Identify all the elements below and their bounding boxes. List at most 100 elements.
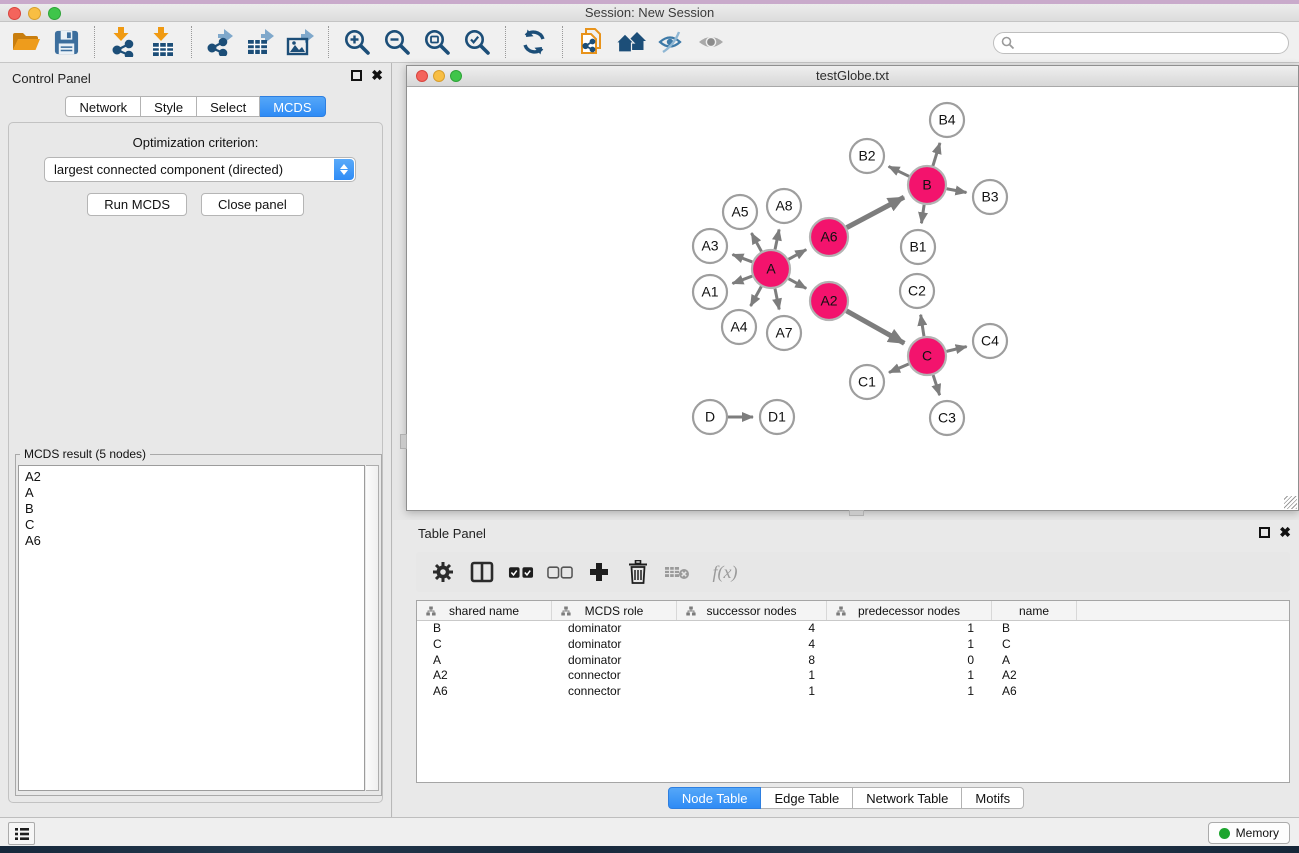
table-row-B[interactable]: Bdominator41B [417, 621, 1289, 637]
zoom-out-button[interactable] [377, 24, 417, 60]
graph-edge-C-C2[interactable] [921, 315, 924, 337]
tab-motifs[interactable]: Motifs [962, 787, 1024, 809]
table-row-A[interactable]: Adominator80A [417, 653, 1289, 669]
close-window-button[interactable] [8, 7, 21, 20]
refresh-button[interactable] [514, 24, 554, 60]
minimize-window-button[interactable] [28, 7, 41, 20]
close-panel-button[interactable]: Close panel [201, 193, 304, 216]
tab-select[interactable]: Select [197, 96, 260, 117]
graph-edge-A-A7[interactable] [775, 289, 779, 310]
hide-panels-button[interactable] [651, 24, 691, 60]
delete-table-button[interactable] [664, 558, 690, 586]
view-scrollbar-horizontal[interactable] [849, 510, 864, 516]
graph-node-B[interactable]: B [908, 166, 946, 204]
graph-node-B3[interactable]: B3 [973, 180, 1007, 214]
graph-node-B2[interactable]: B2 [850, 139, 884, 173]
column-header-name[interactable]: name [992, 601, 1077, 620]
create-column-button[interactable] [586, 558, 612, 586]
graph-edge-B-B2[interactable] [889, 166, 909, 176]
column-header-predecessor-nodes[interactable]: predecessor nodes [827, 601, 992, 620]
graph-edge-C-C3[interactable] [933, 375, 939, 395]
graph-node-A8[interactable]: A8 [767, 189, 801, 223]
graph-node-C2[interactable]: C2 [900, 274, 934, 308]
mcds-result-scrollbar[interactable] [366, 465, 379, 791]
graph-node-B4[interactable]: B4 [930, 103, 964, 137]
graph-edge-C-C4[interactable] [946, 347, 966, 352]
table-settings-button[interactable] [430, 558, 456, 586]
graph-node-A4[interactable]: A4 [722, 310, 756, 344]
graph-node-C4[interactable]: C4 [973, 324, 1007, 358]
search-input[interactable] [993, 32, 1289, 54]
mcds-result-item[interactable]: C [25, 517, 364, 533]
graph-node-A5[interactable]: A5 [723, 195, 757, 229]
table-row-C[interactable]: Cdominator41C [417, 637, 1289, 653]
graph-node-C[interactable]: C [908, 337, 946, 375]
show-panel-list-button[interactable] [8, 822, 35, 845]
import-table-button[interactable] [143, 24, 183, 60]
zoom-selected-button[interactable] [457, 24, 497, 60]
import-network-button[interactable] [103, 24, 143, 60]
network-window-titlebar[interactable]: testGlobe.txt [407, 66, 1298, 87]
open-session-button[interactable] [6, 24, 46, 60]
export-table-button[interactable] [240, 24, 280, 60]
table-row-A6[interactable]: A6connector11A6 [417, 684, 1289, 700]
export-network-button[interactable] [200, 24, 240, 60]
graph-edge-A6-B[interactable] [847, 197, 904, 227]
column-header-MCDS-role[interactable]: MCDS role [552, 601, 677, 620]
graph-node-A7[interactable]: A7 [767, 316, 801, 350]
minimize-view-button[interactable] [433, 70, 445, 82]
table-row-A2[interactable]: A2connector11A2 [417, 668, 1289, 684]
graph-edge-A-A4[interactable] [751, 287, 762, 306]
mcds-result-item[interactable]: A2 [25, 469, 364, 485]
graph-edge-A-A8[interactable] [775, 230, 779, 250]
graph-edge-A2-C[interactable] [846, 311, 904, 343]
show-panels-button[interactable] [691, 24, 731, 60]
resize-grip[interactable] [1284, 496, 1297, 509]
zoom-fit-button[interactable] [417, 24, 457, 60]
graph-node-D[interactable]: D [693, 400, 727, 434]
mcds-result-item[interactable]: A6 [25, 533, 364, 549]
graph-edge-A-A1[interactable] [732, 276, 752, 283]
split-columns-button[interactable] [469, 558, 495, 586]
graph-node-A1[interactable]: A1 [693, 275, 727, 309]
delete-columns-button[interactable] [625, 558, 651, 586]
export-image-button[interactable] [280, 24, 320, 60]
graph-edge-A-A5[interactable] [751, 233, 761, 251]
deselect-all-button[interactable] [547, 558, 573, 586]
view-scrollbar-vertical[interactable] [400, 434, 407, 449]
close-view-button[interactable] [416, 70, 428, 82]
tab-edge-table[interactable]: Edge Table [761, 787, 853, 809]
graph-edge-B-B3[interactable] [947, 189, 967, 193]
select-all-button[interactable] [508, 558, 534, 586]
column-header-shared-name[interactable]: shared name [417, 601, 552, 620]
graph-node-A[interactable]: A [752, 250, 790, 288]
function-builder-button[interactable]: f(x) [703, 558, 747, 586]
graph-node-A2[interactable]: A2 [810, 282, 848, 320]
graph-node-C1[interactable]: C1 [850, 365, 884, 399]
memory-button[interactable]: Memory [1208, 822, 1290, 844]
close-panel-icon[interactable]: ✖ [371, 70, 383, 81]
graph-edge-A-A2[interactable] [789, 279, 807, 289]
save-session-button[interactable] [46, 24, 86, 60]
criterion-select[interactable]: largest connected component (directed) [44, 157, 356, 182]
tab-node-table[interactable]: Node Table [668, 787, 762, 809]
zoom-window-button[interactable] [48, 7, 61, 20]
graph-node-D1[interactable]: D1 [760, 400, 794, 434]
zoom-in-button[interactable] [337, 24, 377, 60]
float-panel-icon[interactable] [1259, 527, 1270, 538]
graph-edge-A-A3[interactable] [732, 254, 752, 261]
column-header-successor-nodes[interactable]: successor nodes [677, 601, 827, 620]
tab-network-table[interactable]: Network Table [853, 787, 962, 809]
mcds-result-item[interactable]: B [25, 501, 364, 517]
network-graph-canvas[interactable]: B4B2BB3A5A8A6A3B1AA1C2A2A4A7C4CC1DD1C3 [407, 87, 1298, 510]
float-panel-icon[interactable] [351, 70, 362, 81]
graph-node-A6[interactable]: A6 [810, 218, 848, 256]
graph-edge-C-C1[interactable] [889, 364, 909, 373]
duplicate-network-button[interactable] [571, 24, 611, 60]
run-mcds-button[interactable]: Run MCDS [87, 193, 187, 216]
tab-style[interactable]: Style [141, 96, 197, 117]
home-button[interactable] [611, 24, 651, 60]
close-panel-icon[interactable]: ✖ [1279, 527, 1291, 538]
zoom-view-button[interactable] [450, 70, 462, 82]
graph-edge-B-B1[interactable] [921, 205, 924, 223]
